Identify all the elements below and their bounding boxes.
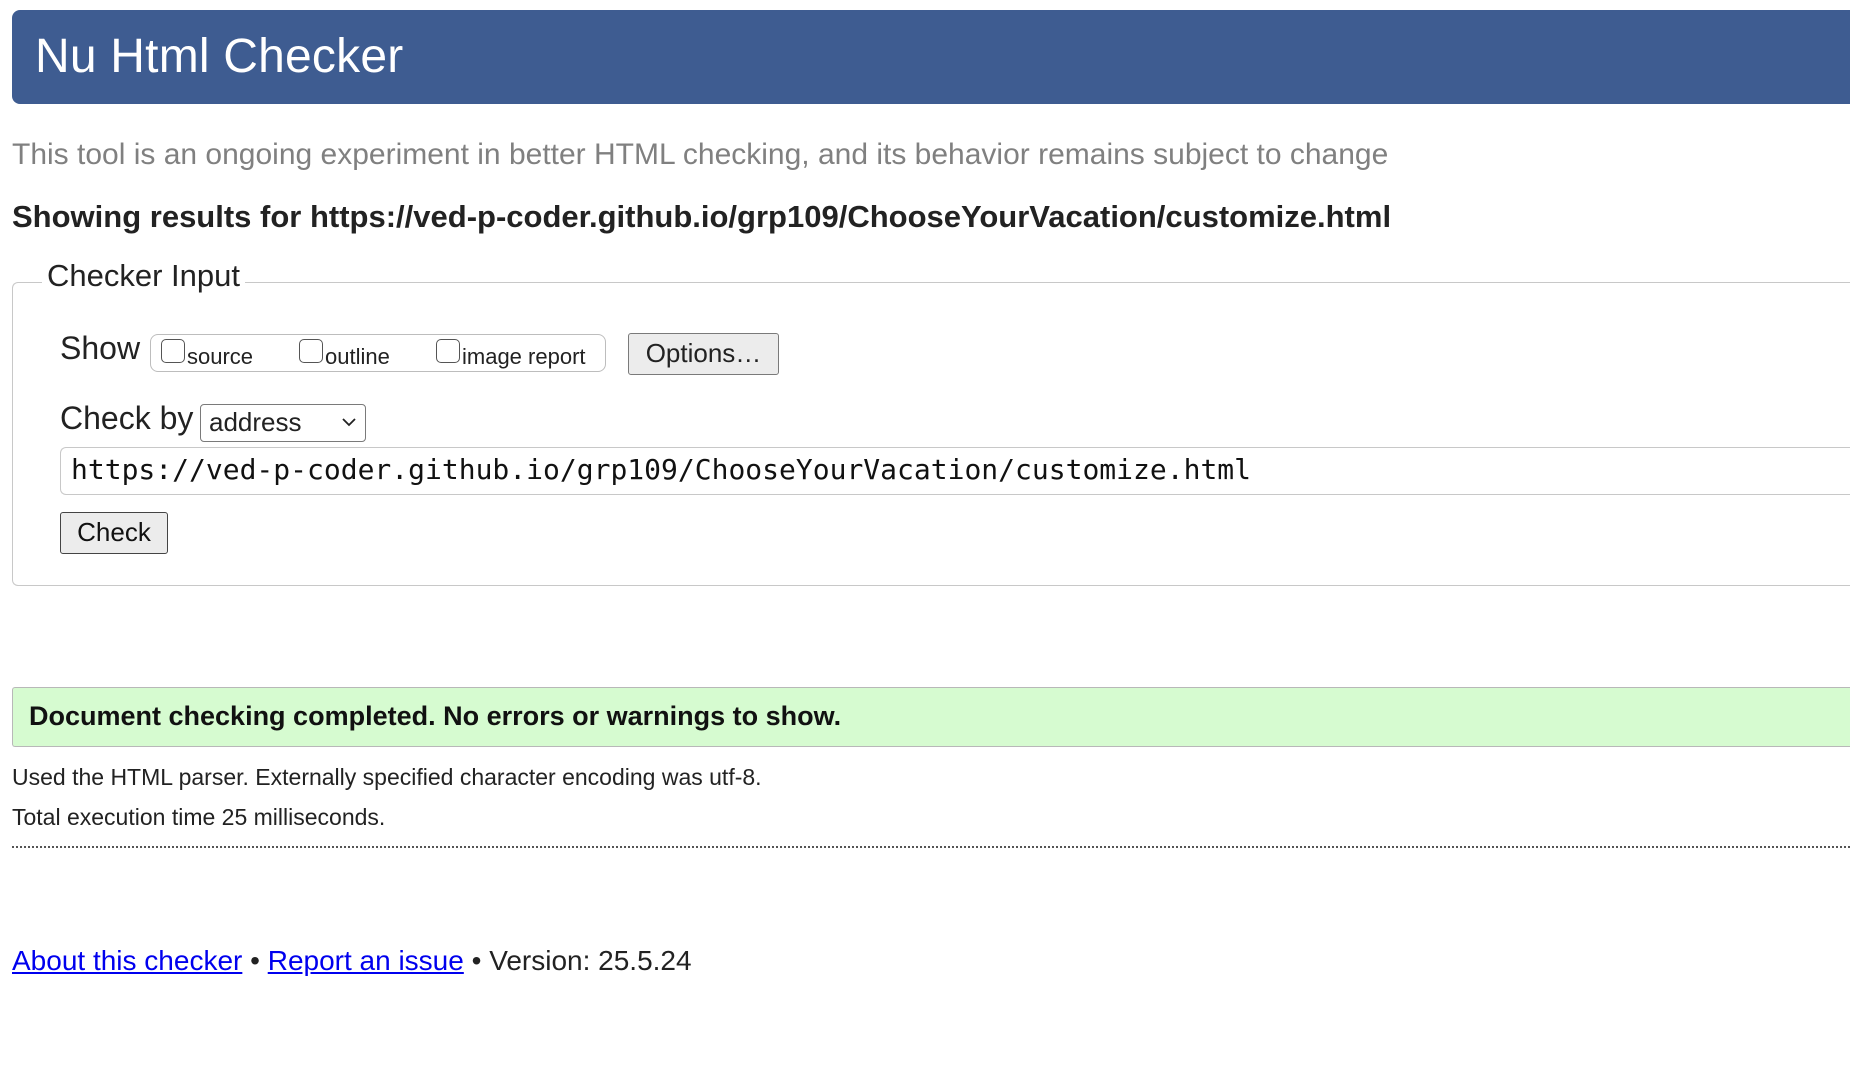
outline-label[interactable]: outline (325, 344, 390, 370)
show-image-report-option[interactable]: image report (436, 335, 586, 373)
results-heading: Showing results for https://ved-p-coder.… (12, 199, 1392, 234)
check-button[interactable]: Check (60, 512, 168, 554)
check-by-label: Check by (60, 400, 194, 436)
source-label[interactable]: source (187, 344, 253, 370)
check-by-select[interactable]: address (200, 404, 366, 442)
footer-separator: • (250, 945, 260, 976)
source-checkbox[interactable] (161, 339, 185, 363)
options-button[interactable]: Options… (628, 333, 779, 375)
tool-description: This tool is an ongoing experiment in be… (12, 138, 1389, 171)
url-input[interactable]: https://ved-p-coder.github.io/grp109/Cho… (60, 447, 1850, 495)
footer-separator: • (471, 945, 482, 976)
report-issue-link[interactable]: Report an issue (268, 945, 464, 976)
divider (12, 846, 1850, 848)
parser-info: Used the HTML parser. Externally specifi… (12, 764, 762, 790)
version-text: Version: 25.5.24 (489, 945, 692, 976)
about-checker-link[interactable]: About this checker (12, 945, 242, 976)
show-label: Show (60, 330, 141, 366)
page-title: Nu Html Checker (35, 30, 404, 83)
image-report-label[interactable]: image report (462, 344, 586, 370)
image-report-checkbox[interactable] (436, 339, 460, 363)
checker-input-legend: Checker Input (42, 258, 245, 294)
chevron-down-icon (342, 418, 356, 427)
show-outline-option[interactable]: outline (299, 335, 390, 373)
show-source-option[interactable]: source (161, 335, 253, 373)
check-by-selected-value: address (209, 407, 302, 437)
show-options-group: source outline image report (150, 334, 606, 372)
execution-time: Total execution time 25 milliseconds. (12, 804, 386, 830)
page: Nu Html Checker This tool is an ongoing … (0, 0, 1850, 1068)
header-banner: Nu Html Checker (12, 10, 1850, 104)
outline-checkbox[interactable] (299, 339, 323, 363)
success-message: Document checking completed. No errors o… (12, 687, 1850, 747)
footer: About this checker • Report an issue • V… (12, 945, 692, 977)
